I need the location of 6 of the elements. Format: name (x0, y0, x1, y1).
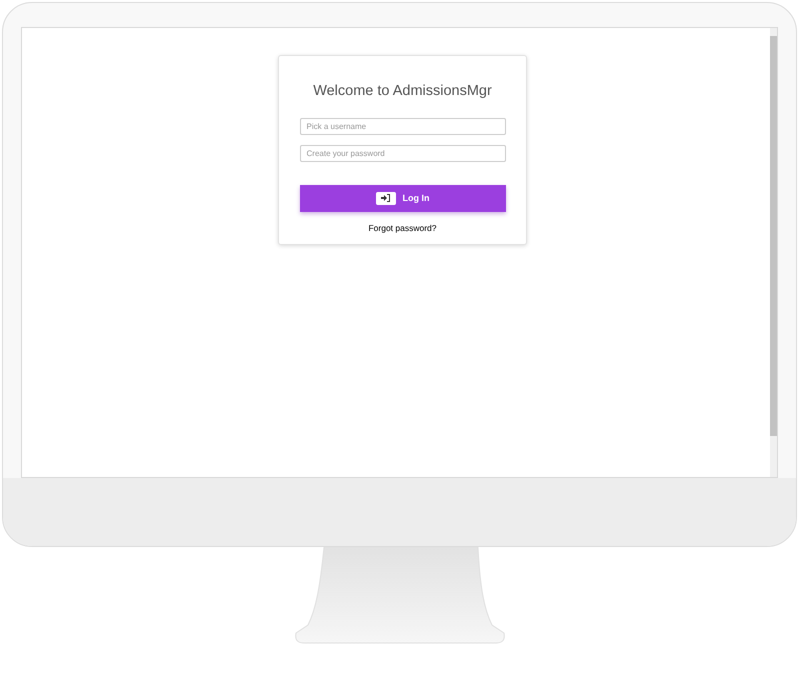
forgot-password-link[interactable]: Forgot password? (368, 222, 437, 234)
login-icon (376, 192, 396, 205)
password-field[interactable]: Create your password (300, 144, 506, 162)
username-field[interactable]: Pick a username (300, 118, 506, 135)
login-button[interactable]: Log In (300, 184, 506, 212)
card-title: Welcome to AdmissionsMgr (313, 82, 492, 101)
